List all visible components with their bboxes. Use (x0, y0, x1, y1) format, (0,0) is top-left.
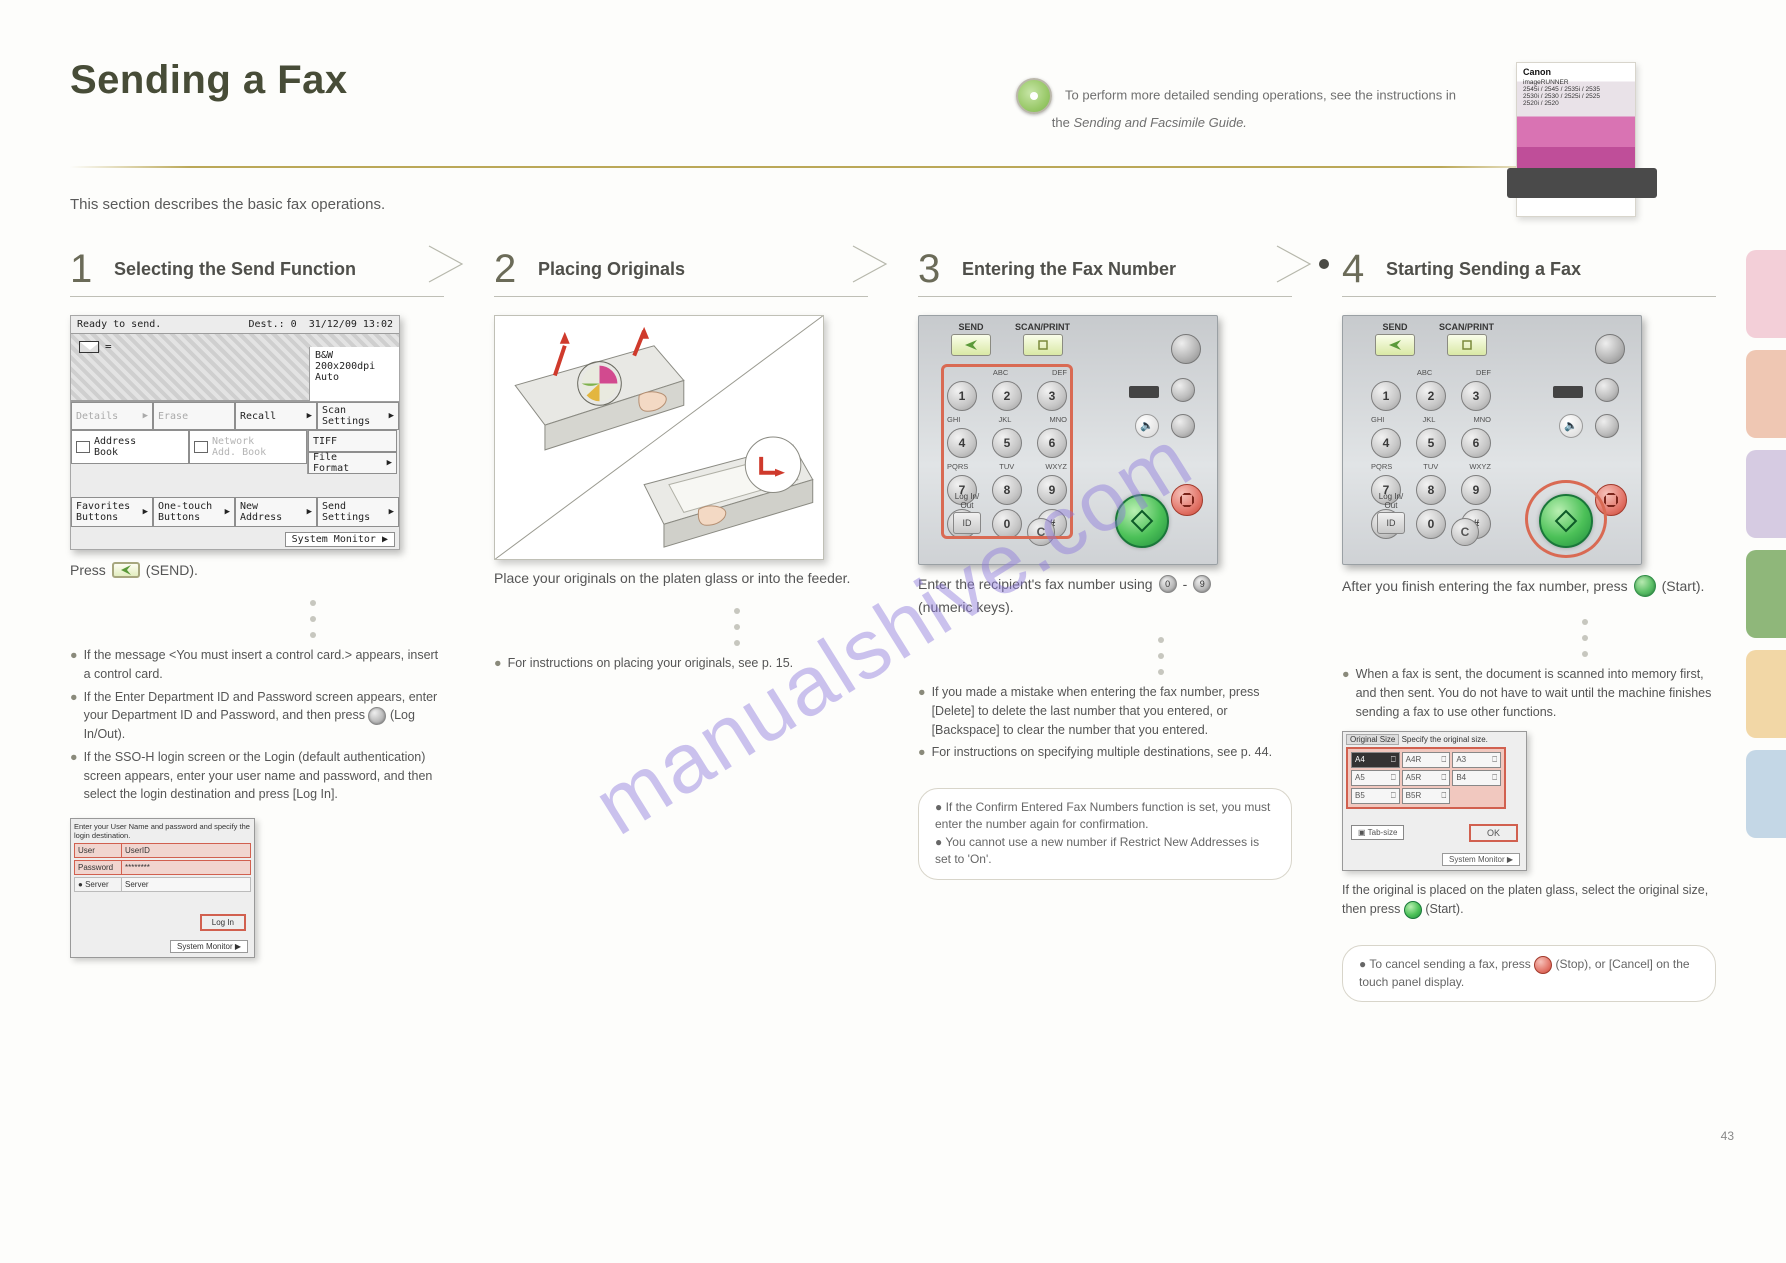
id-key-icon (368, 707, 386, 725)
power-button[interactable] (1171, 334, 1201, 364)
edge-tab-active[interactable] (1746, 550, 1786, 638)
send-key-icon (112, 562, 140, 578)
send-settings-button[interactable]: Send Settings▶ (317, 497, 399, 527)
power-button[interactable] (1595, 334, 1625, 364)
network-address-book-button[interactable]: Network Add. Book (189, 430, 307, 464)
step-4-note: ● To cancel sending a fax, press (Stop),… (1342, 945, 1716, 1002)
step-3-note: ● If the Confirm Entered Fax Numbers fun… (918, 788, 1292, 880)
step-4-hints: ●When a fax is sent, the document is sca… (1342, 665, 1716, 721)
edge-tab[interactable] (1746, 350, 1786, 438)
scan-tab-button[interactable] (1023, 334, 1063, 356)
ellipsis-icon (734, 608, 868, 646)
stop-button[interactable] (1171, 484, 1203, 516)
step-2-hints: ●For instructions on placing your origin… (494, 654, 868, 673)
start-key-icon (1634, 575, 1656, 597)
control-panel-start: SEND SCAN/PRINT ABCDEF 123 GHIJKLMNO 456… (1342, 315, 1642, 565)
page-title: Sending a Fax (70, 58, 1716, 103)
key-0-icon: 0 (1159, 575, 1177, 593)
page-root: Sending a Fax To perform more detailed s… (0, 0, 1786, 1263)
step-1-instruction: Press (SEND). (70, 562, 444, 578)
aux-button-2[interactable] (1171, 414, 1195, 438)
edge-tab[interactable] (1746, 450, 1786, 538)
step-separator-icon (848, 241, 908, 287)
send-screen: Ready to send. Dest.: 0 31/12/09 13:02 =… (70, 315, 400, 550)
details-button[interactable]: Details▶ (71, 402, 153, 430)
step-2: 2 Placing Originals (494, 247, 868, 1002)
password-input[interactable]: ******** (122, 860, 251, 875)
system-monitor-button-2[interactable]: System Monitor ▶ (170, 940, 248, 953)
step-1-number: 1 (70, 247, 104, 292)
step-2-instruction: Place your originals on the platen glass… (494, 570, 868, 586)
card-slot-icon (1553, 386, 1583, 398)
system-monitor-button-3[interactable]: System Monitor ▶ (1442, 853, 1520, 866)
onetouch-button[interactable]: One-touch Buttons▶ (153, 497, 235, 527)
address-book-button[interactable]: Address Book (71, 430, 189, 464)
original-size-screen: Original Size Specify the original size.… (1342, 731, 1527, 871)
send-tab-button[interactable] (1375, 334, 1415, 356)
step-4-instruction: After you finish entering the fax number… (1342, 575, 1716, 597)
user-input[interactable]: UserID (122, 843, 251, 858)
intro-text: This section describes the basic fax ope… (70, 196, 1716, 213)
key-9-icon: 9 (1193, 575, 1211, 593)
edge-tab[interactable] (1746, 250, 1786, 338)
server-select[interactable]: Server (122, 877, 251, 892)
ellipsis-icon (310, 600, 444, 638)
page-number: 43 (1721, 1129, 1734, 1143)
ellipsis-icon (1582, 619, 1716, 657)
step-3-instruction: Enter the recipient's fax number using 0… (918, 575, 1292, 615)
highlight-circle (1525, 480, 1607, 558)
tab-size-button[interactable]: ▣ Tab-size (1351, 825, 1404, 840)
step-3: 3 Entering the Fax Number SEND SCAN/PRIN… (918, 247, 1292, 1002)
header: Sending a Fax To perform more detailed s… (70, 58, 1716, 178)
edge-tab[interactable] (1746, 750, 1786, 838)
placing-originals-illustration (494, 315, 824, 560)
step-1-hints: ●If the message <You must insert a contr… (70, 646, 444, 804)
edge-tab[interactable] (1746, 650, 1786, 738)
ok-button[interactable]: OK (1469, 824, 1518, 842)
step-3-hints: ●If you made a mistake when entering the… (918, 683, 1292, 762)
tiff-button[interactable]: TIFF (308, 430, 397, 452)
system-monitor-button[interactable]: System Monitor ▶ (285, 532, 395, 547)
scan-tab-button[interactable] (1447, 334, 1487, 356)
cd-icon (1016, 78, 1052, 114)
book-icon (76, 441, 90, 453)
start-button[interactable] (1115, 494, 1169, 548)
card-slot-icon (1129, 386, 1159, 398)
globe-icon (194, 441, 208, 453)
new-address-button[interactable]: New Address▶ (235, 497, 317, 527)
favorites-button[interactable]: Favorites Buttons▶ (71, 497, 153, 527)
send-tab-button[interactable] (951, 334, 991, 356)
steps-row: 1 Selecting the Send Function Ready to s… (70, 247, 1716, 1002)
speaker-icon: 🔈 (1135, 414, 1159, 438)
step-separator-icon (1272, 241, 1332, 287)
login-screen: Enter your User Name and password and sp… (70, 818, 255, 958)
login-button[interactable]: Log In (200, 914, 246, 931)
booklet-tab (1507, 168, 1657, 198)
aux-button-1[interactable] (1171, 378, 1195, 402)
ellipsis-icon (1158, 637, 1292, 675)
step-1-title: Selecting the Send Function (114, 259, 444, 281)
step-4: 4 Starting Sending a Fax SEND SCAN/PRINT… (1342, 247, 1716, 1002)
scan-settings-button[interactable]: Scan Settings▶ (317, 402, 399, 430)
reference-hint: To perform more detailed sending operati… (1016, 78, 1456, 132)
guide-thumbnail: Canon imageRUNNER 2545i / 2545 / 2535i /… (1516, 62, 1636, 217)
highlight-box (941, 364, 1073, 539)
file-format-button[interactable]: File Format▶ (308, 452, 397, 474)
stop-key-icon (1534, 956, 1552, 974)
control-panel-keypad: SEND SCAN/PRINT ABCDEF 123 GHIJKLMNO 456… (918, 315, 1218, 565)
step-separator-icon (424, 241, 484, 287)
edge-tabs (1746, 250, 1786, 838)
start-key-icon (1404, 901, 1422, 919)
step-4-subtext: If the original is placed on the platen … (1342, 881, 1716, 919)
recall-button[interactable]: Recall▶ (235, 402, 317, 430)
erase-button[interactable]: Erase (153, 402, 235, 430)
envelope-icon (79, 341, 99, 353)
size-a4-button[interactable]: A4⎕ (1351, 752, 1400, 768)
step-1: 1 Selecting the Send Function Ready to s… (70, 247, 444, 1002)
